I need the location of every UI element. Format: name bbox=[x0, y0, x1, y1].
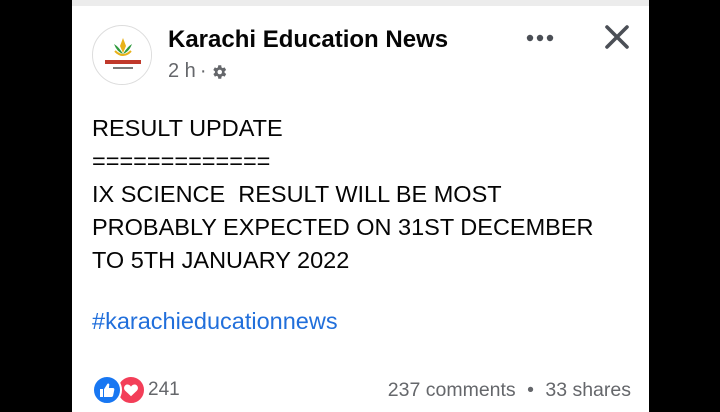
page-logo-icon bbox=[94, 27, 151, 84]
post-card: Karachi Education News 2 h · RESULT UPDA… bbox=[72, 0, 649, 412]
post-line-2: PROBABLY EXPECTED ON 31ST DECEMBER bbox=[92, 214, 594, 240]
close-button[interactable] bbox=[600, 20, 634, 54]
reaction-icons bbox=[92, 375, 146, 405]
close-icon bbox=[605, 25, 629, 49]
page-name[interactable]: Karachi Education News bbox=[168, 26, 448, 54]
post-time[interactable]: 2 h bbox=[168, 60, 196, 83]
page-avatar[interactable] bbox=[92, 25, 152, 85]
post-line-3: TO 5TH JANUARY 2022 bbox=[92, 247, 350, 273]
hashtag-link[interactable]: #karachieducationnews bbox=[92, 308, 338, 335]
post-body: RESULT UPDATE ============= IX SCIENCE R… bbox=[92, 112, 632, 277]
shares-count[interactable]: 33 shares bbox=[545, 379, 631, 401]
reactions-summary[interactable]: 241 bbox=[92, 375, 180, 405]
comments-count[interactable]: 237 comments bbox=[388, 379, 516, 401]
more-options-button[interactable] bbox=[524, 24, 556, 52]
more-horizontal-icon bbox=[526, 34, 554, 42]
reaction-count: 241 bbox=[148, 379, 180, 400]
post-footer: 241 237 comments • 33 shares bbox=[92, 375, 631, 405]
post-line-1: IX SCIENCE RESULT WILL BE MOST bbox=[92, 181, 502, 207]
post-meta: 2 h · bbox=[168, 60, 228, 83]
top-divider bbox=[72, 0, 649, 6]
post-line-title: RESULT UPDATE bbox=[92, 115, 283, 141]
like-icon bbox=[92, 375, 122, 405]
stats-separator: • bbox=[527, 378, 534, 401]
post-line-divider: ============= bbox=[92, 148, 271, 174]
engagement-stats: 237 comments • 33 shares bbox=[388, 379, 631, 402]
gear-icon bbox=[213, 64, 227, 79]
meta-separator: · bbox=[199, 60, 207, 82]
